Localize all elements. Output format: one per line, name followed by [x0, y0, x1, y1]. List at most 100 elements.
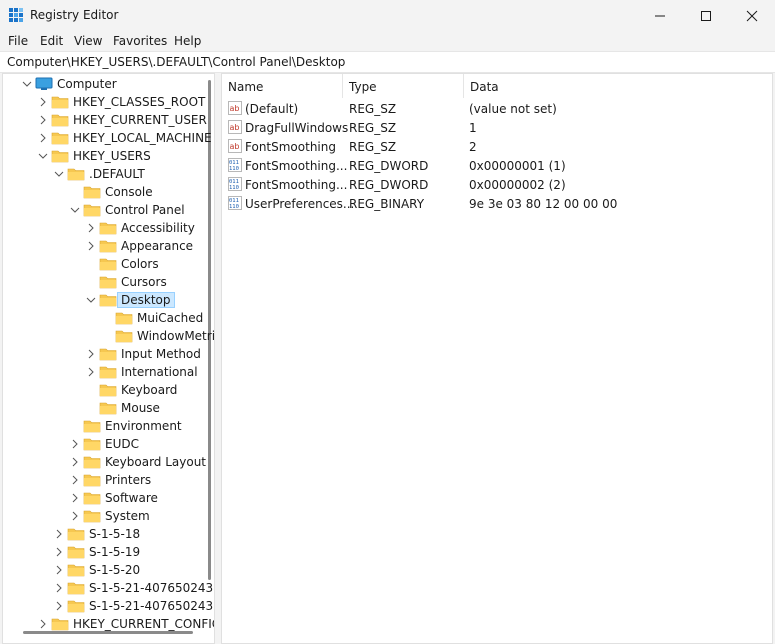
tree-node-label: EUDC [105, 437, 139, 451]
minimize-icon [655, 15, 665, 16]
tree-node-label: HKEY_CURRENT_CONFIG [73, 617, 215, 631]
folder-icon [67, 168, 85, 181]
chevron-right-icon[interactable] [53, 528, 65, 540]
chevron-down-icon[interactable] [21, 78, 33, 90]
tree-node-label: HKEY_USERS [73, 149, 151, 163]
tree-node-label: Colors [121, 257, 159, 271]
chevron-right-icon[interactable] [69, 474, 81, 486]
key-tree[interactable]: Computer HKEY_CLASSES_ROOT HKEY_CURRENT_US… [2, 73, 215, 644]
chevron-right-icon[interactable] [37, 96, 49, 108]
value-type: REG_DWORD [349, 178, 429, 192]
address-path[interactable]: Computer\HKEY_USERS\.DEFAULT\Control Pan… [7, 55, 345, 69]
close-button[interactable] [729, 0, 775, 31]
value-row[interactable]: 011 110 FontSmoothing... REG_DWORD 0x0000000… [222, 175, 772, 194]
tree-node-label: Console [105, 185, 153, 199]
binary-value-icon: 011110 [228, 196, 242, 210]
maximize-button[interactable] [683, 0, 729, 31]
binary-value-icon: 011110 [228, 177, 242, 191]
folder-icon [83, 420, 101, 433]
chevron-right-icon[interactable] [69, 438, 81, 450]
tree-node-label: System [105, 509, 150, 523]
chevron-right-icon[interactable] [69, 510, 81, 522]
chevron-down-icon[interactable] [85, 294, 97, 306]
tree-node-label: Cursors [121, 275, 167, 289]
value-type: REG_DWORD [349, 159, 429, 173]
chevron-right-icon[interactable] [69, 456, 81, 468]
column-type-label: Type [349, 80, 377, 94]
column-header-type[interactable]: Type [343, 74, 463, 98]
binary-value-icon: 011110 [228, 158, 242, 172]
value-type: REG_BINARY [349, 197, 425, 211]
menu-file[interactable]: File [8, 34, 28, 48]
value-type: REG_SZ [349, 140, 397, 154]
chevron-right-icon[interactable] [69, 492, 81, 504]
chevron-right-icon[interactable] [53, 600, 65, 612]
value-name: UserPreferences... [245, 197, 355, 211]
value-name: FontSmoothing... [245, 178, 348, 192]
svg-text:110: 110 [229, 204, 239, 210]
value-row[interactable]: ab DragFullWindows REG_SZ 1 [222, 118, 772, 137]
menu-edit[interactable]: Edit [40, 34, 63, 48]
tree-horizontal-scrollbar[interactable] [23, 631, 193, 634]
tree-node-label: Mouse [121, 401, 160, 415]
folder-icon [99, 348, 117, 361]
chevron-right-icon[interactable] [53, 546, 65, 558]
tree-node-label: Printers [105, 473, 152, 487]
chevron-down-icon[interactable] [37, 150, 49, 162]
tree-node-label: Accessibility [121, 221, 195, 235]
menu-view[interactable]: View [74, 34, 102, 48]
folder-icon [51, 96, 69, 109]
folder-icon [99, 222, 117, 235]
chevron-right-icon[interactable] [85, 222, 97, 234]
computer-icon [35, 77, 53, 90]
folder-icon [115, 312, 133, 325]
folder-icon [51, 150, 69, 163]
value-row[interactable]: 011 110 UserPreferences... REG_BINARY 9e 3e … [222, 194, 772, 213]
registry-editor-icon [9, 8, 23, 22]
value-row[interactable]: 011 110 FontSmoothing... REG_DWORD 0x0000000… [222, 156, 772, 175]
chevron-right-icon[interactable] [37, 132, 49, 144]
window-title: Registry Editor [30, 8, 119, 22]
folder-icon [83, 456, 101, 469]
tree-node-label: S-1-5-20 [89, 563, 141, 577]
chevron-right-icon[interactable] [37, 114, 49, 126]
tree-node-label: .DEFAULT [89, 167, 145, 181]
chevron-right-icon[interactable] [85, 366, 97, 378]
chevron-right-icon[interactable] [53, 582, 65, 594]
chevron-right-icon[interactable] [37, 618, 49, 630]
tree-node-label: Environment [105, 419, 182, 433]
address-bar[interactable]: Computer\HKEY_USERS\.DEFAULT\Control Pan… [0, 51, 775, 73]
value-row[interactable]: ab (Default) REG_SZ (value not set) [222, 99, 772, 118]
svg-text:ab: ab [230, 104, 240, 113]
menu-help[interactable]: Help [174, 34, 201, 48]
chevron-right-icon[interactable] [85, 240, 97, 252]
tree-node-label: S-1-5-19 [89, 545, 141, 559]
value-data: (value not set) [469, 102, 557, 116]
column-name-label: Name [228, 80, 264, 94]
tree-node-label: WindowMetrics [137, 329, 215, 343]
tree-node-label: HKEY_CURRENT_USER [73, 113, 207, 127]
tree-node-label: Keyboard Layout [105, 455, 207, 469]
value-data: 0x00000002 (2) [469, 178, 566, 192]
string-value-icon: ab [228, 101, 242, 115]
tree-node-label: International [121, 365, 198, 379]
chevron-right-icon[interactable] [85, 348, 97, 360]
value-name: DragFullWindows [245, 121, 349, 135]
value-data: 1 [469, 121, 477, 135]
value-name: (Default) [245, 102, 299, 116]
folder-icon [51, 132, 69, 145]
chevron-down-icon[interactable] [69, 204, 81, 216]
menu-favorites[interactable]: Favorites [113, 34, 167, 48]
svg-text:110: 110 [229, 166, 239, 172]
tree-node-label: Software [105, 491, 158, 505]
title-bar: Registry Editor [0, 0, 775, 31]
column-header-data[interactable]: Data [464, 74, 764, 98]
chevron-right-icon[interactable] [53, 564, 65, 576]
value-row[interactable]: ab FontSmoothing REG_SZ 2 [222, 137, 772, 156]
minimize-button[interactable] [637, 0, 683, 31]
column-header-name[interactable]: Name [222, 74, 342, 98]
values-list[interactable]: Name Type Data ab (Default) REG_SZ (value n… [221, 73, 773, 644]
chevron-down-icon[interactable] [53, 168, 65, 180]
folder-icon [83, 510, 101, 523]
folder-icon [99, 258, 117, 271]
